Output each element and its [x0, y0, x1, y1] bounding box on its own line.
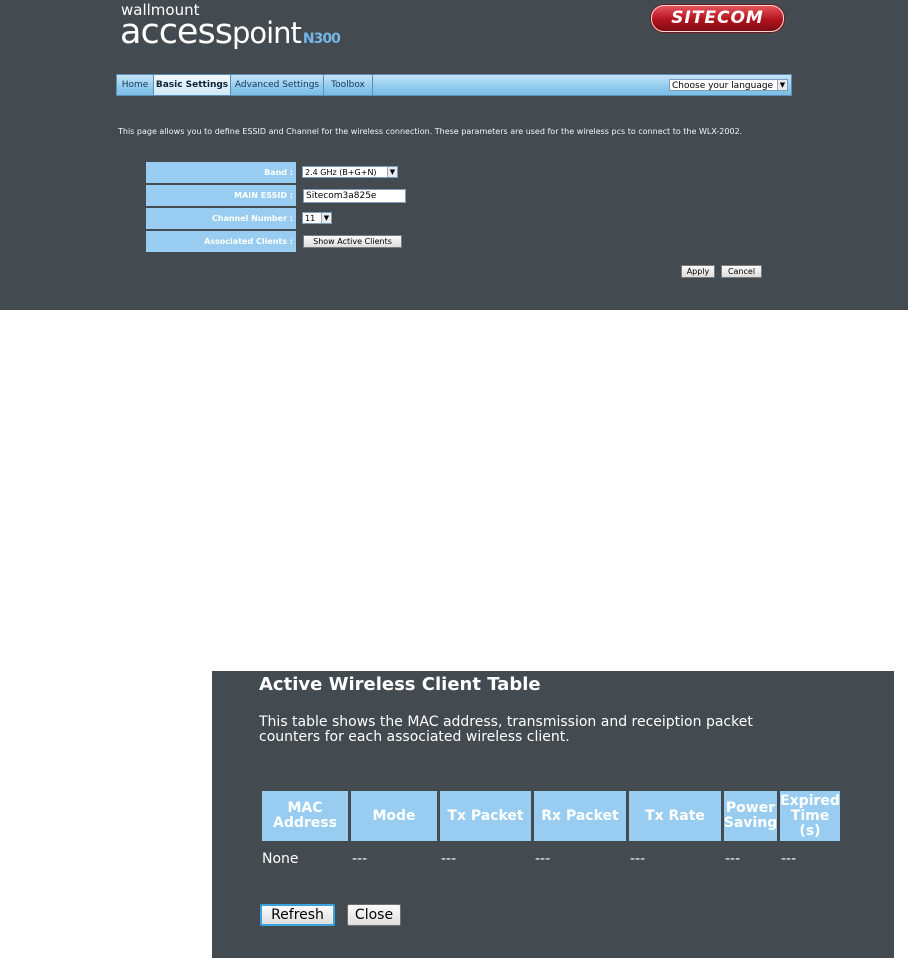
active-client-table-window: Active Wireless Client Table This table …	[212, 671, 894, 958]
column-header-expired-time: Expired Time (s)	[780, 791, 840, 841]
brand-word-access: access	[120, 12, 233, 52]
channel-label: Channel Number :	[146, 208, 296, 229]
close-button[interactable]: Close	[347, 904, 401, 926]
band-select-value: 2.4 GHz (B+G+N)	[305, 168, 377, 177]
tab-toolbox[interactable]: Toolbox	[324, 75, 373, 95]
column-header-power-saving: Power Saving	[724, 791, 777, 841]
apply-button[interactable]: Apply	[681, 265, 715, 278]
chevron-down-icon: ▼	[321, 213, 331, 223]
band-label: Band :	[146, 162, 296, 183]
show-active-clients-button[interactable]: Show Active Clients	[303, 235, 402, 248]
essid-label: MAIN ESSID :	[146, 185, 296, 206]
brand-model: N300	[302, 31, 341, 47]
channel-select-value: 11	[305, 214, 316, 223]
band-select[interactable]: 2.4 GHz (B+G+N) ▼	[302, 166, 398, 178]
cell-mac: None	[262, 851, 299, 867]
cell-mode: ---	[352, 851, 368, 867]
language-select-value: Choose your language	[672, 81, 774, 91]
router-settings-page: wallmount accesspoint N300 SITECOM Home B…	[0, 0, 908, 310]
tab-home[interactable]: Home	[117, 75, 154, 95]
column-header-tx-rate: Tx Rate	[629, 791, 721, 841]
brand-word-point: point	[231, 16, 302, 50]
channel-select[interactable]: 11 ▼	[302, 212, 332, 224]
tab-advanced-settings[interactable]: Advanced Settings	[231, 75, 324, 95]
popup-description: This table shows the MAC address, transm…	[259, 714, 753, 745]
column-header-mac: MAC Address	[262, 791, 348, 841]
tab-basic-settings[interactable]: Basic Settings	[154, 75, 231, 95]
cell-tx-packet: ---	[441, 851, 457, 867]
chevron-down-icon: ▼	[777, 80, 787, 90]
sitecom-logo: SITECOM	[651, 5, 784, 32]
column-header-mode: Mode	[351, 791, 437, 841]
cancel-button[interactable]: Cancel	[721, 265, 762, 278]
cell-expired-time: ---	[781, 851, 797, 867]
associated-clients-label: Associated Clients :	[146, 231, 296, 252]
page-description: This page allows you to define ESSID and…	[118, 127, 743, 136]
brand-title: accesspoint N300	[120, 12, 341, 57]
essid-input[interactable]: Sitecom3a825e	[303, 189, 406, 203]
language-select[interactable]: Choose your language ▼	[669, 79, 788, 91]
cell-power-saving: ---	[725, 851, 741, 867]
chevron-down-icon: ▼	[387, 167, 397, 177]
popup-title: Active Wireless Client Table	[259, 674, 541, 695]
column-header-tx-packet: Tx Packet	[440, 791, 531, 841]
cell-rx-packet: ---	[535, 851, 551, 867]
refresh-button[interactable]: Refresh	[260, 904, 335, 926]
column-header-rx-packet: Rx Packet	[534, 791, 626, 841]
cell-tx-rate: ---	[630, 851, 646, 867]
